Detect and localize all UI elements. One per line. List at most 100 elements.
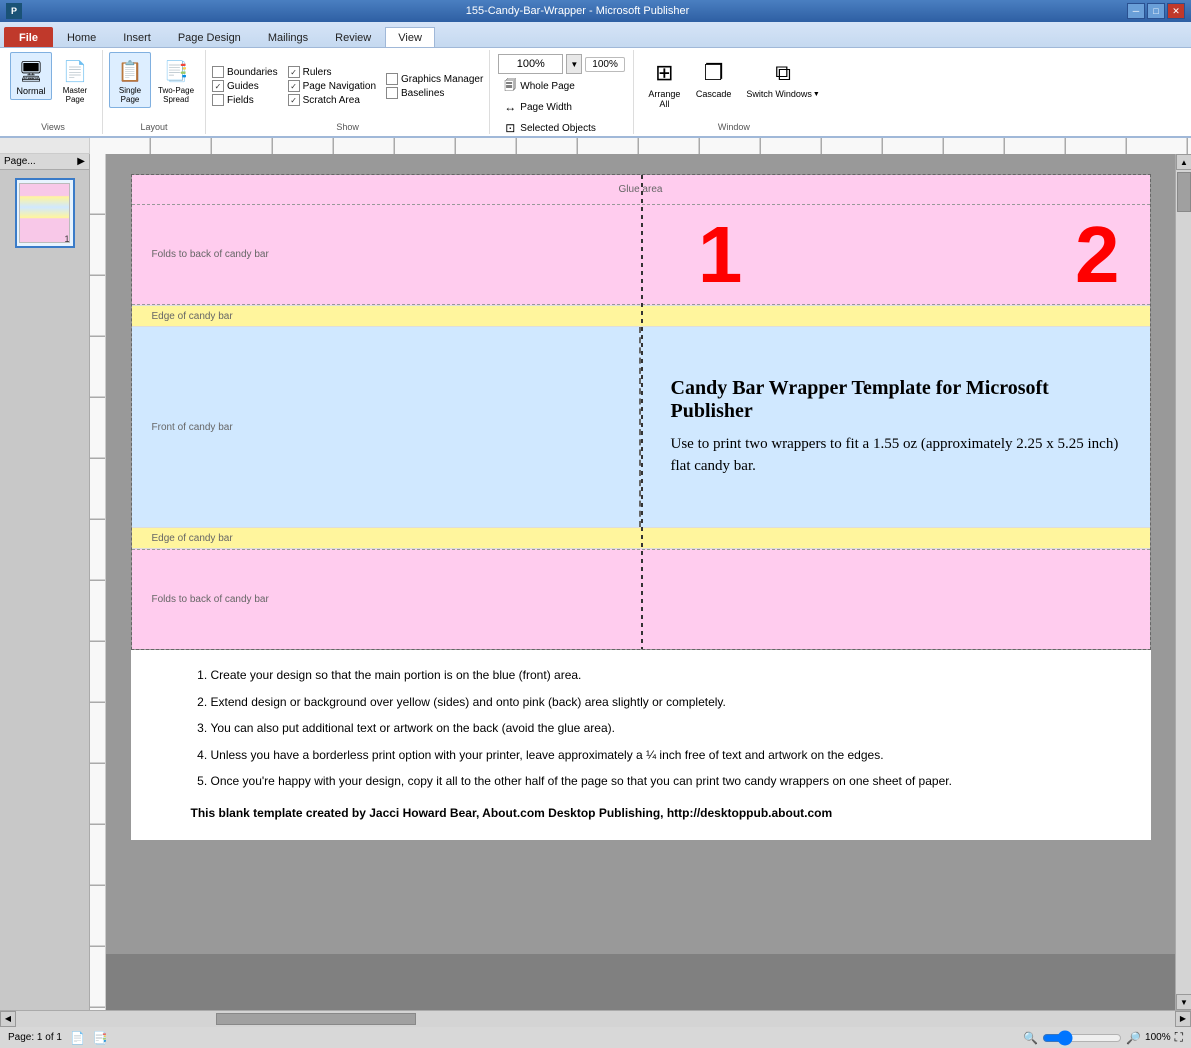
zoom-out-icon[interactable]: 🔍 [1023,1031,1038,1045]
front-right: Candy Bar Wrapper Template for Microsoft… [641,327,1150,527]
zoom-button[interactable]: 100% [585,57,625,72]
page-indicator: Page: 1 of 1 [8,1032,62,1043]
number-2: 2 [1075,209,1120,301]
template-description: Use to print two wrappers to fit a 1.55 … [671,433,1120,478]
maximize-button[interactable]: □ [1147,3,1165,19]
zoom-percent-value: 100% [517,58,545,70]
tab-insert[interactable]: Insert [110,27,164,47]
number-1: 1 [698,209,743,301]
instruction-5: Once you're happy with your design, copy… [211,771,1091,793]
scroll-up-button[interactable]: ▲ [1176,154,1191,170]
views-group-label: Views [41,120,65,132]
switch-windows-button[interactable]: ⧉ Switch Windows ▼ [740,54,825,102]
graphics-manager-option[interactable]: Graphics Manager [386,73,483,85]
page-width-button[interactable]: ↔ Page Width [498,97,600,117]
app-icon: P [6,3,22,19]
ribbon-group-views: 🖥 Normal 📄 MasterPage Views [4,50,103,134]
status-right: 🔍 🔎 100% ⛶ [1023,1030,1183,1045]
zoom-slider[interactable] [1042,1033,1122,1043]
instruction-4: Unless you have a borderless print optio… [211,745,1091,767]
scroll-thumb-v[interactable] [1177,172,1191,212]
instruction-2: Extend design or background over yellow … [211,692,1091,714]
rulers-label: Rulers [303,67,332,78]
guides-check [212,80,224,92]
selected-objects-icon: ⊡ [502,120,518,136]
normal-label: Normal [16,87,45,97]
canvas-area[interactable]: Glue area Folds to back of candy bar 1 2… [106,154,1175,1010]
show-col-2: Rulers Page Navigation Scratch Area [288,52,376,120]
tab-review[interactable]: Review [322,27,384,47]
two-page-spread-button[interactable]: 📑 Two-PageSpread [153,52,199,108]
scroll-right-button[interactable]: ▶ [1175,1011,1191,1027]
tab-home[interactable]: Home [54,27,109,47]
zoom-row-1: 100% ▼ 100% [498,54,625,74]
tab-mailings[interactable]: Mailings [255,27,321,47]
center-divider [641,175,643,649]
page-navigation-option[interactable]: Page Navigation [288,80,376,92]
page-panel-expand[interactable]: ▶ [77,156,85,167]
zoom-in-icon[interactable]: 🔎 [1126,1031,1141,1045]
instruction-1: Create your design so that the main port… [211,665,1091,687]
switch-dropdown-arrow: ▼ [813,91,820,98]
minimize-button[interactable]: ─ [1127,3,1145,19]
fields-option[interactable]: Fields [212,94,278,106]
show-col-1: Boundaries Guides Fields [212,52,278,120]
page-thumbnail[interactable]: 1 [15,178,75,248]
scratch-area-option[interactable]: Scratch Area [288,94,376,106]
statusbar: Page: 1 of 1 📄 📑 🔍 🔎 100% ⛶ [0,1026,1191,1048]
view-normal-button[interactable]: 🖥 Normal [10,52,52,100]
cascade-icon: ❐ [704,57,724,89]
fullscreen-icon[interactable]: ⛶ [1175,1030,1183,1045]
page-width-icon: ↔ [502,99,518,115]
close-button[interactable]: ✕ [1167,3,1185,19]
cascade-button[interactable]: ❐ Cascade [690,54,738,102]
boundaries-check [212,66,224,78]
boundaries-option[interactable]: Boundaries [212,66,278,78]
front-label: Front of candy bar [152,422,233,433]
scrollbar-horizontal[interactable]: ◀ ▶ [0,1010,1191,1026]
scroll-left-button[interactable]: ◀ [0,1011,16,1027]
canvas: Glue area Folds to back of candy bar 1 2… [106,154,1175,954]
tab-page-design[interactable]: Page Design [165,27,254,47]
guides-option[interactable]: Guides [212,80,278,92]
scrollbar-right[interactable]: ▲ ▼ [1175,154,1191,1010]
selected-objects-button[interactable]: ⊡ Selected Objects [498,118,600,138]
layout-group-label: Layout [141,120,168,132]
hscroll-track [16,1011,1175,1027]
folds-back-2-label: Folds to back of candy bar [152,594,269,605]
scroll-track-v [1176,214,1191,994]
views-buttons: 🖥 Normal 📄 MasterPage [10,52,96,120]
baselines-check [386,87,398,99]
ruler-vertical [90,154,106,1010]
credit-text: This blank template created by Jacci How… [191,803,1091,825]
page-navigation-panel: Page... ▶ 1 [0,154,90,1010]
zoom-dropdown-button[interactable]: ▼ [566,54,582,74]
page-navigation-label: Page Navigation [303,81,376,92]
rulers-option[interactable]: Rulers [288,66,376,78]
single-page-button[interactable]: 📋 SinglePage [109,52,151,108]
view-master-page-button[interactable]: 📄 MasterPage [54,52,96,108]
ribbon-group-show: Boundaries Guides Fields Rulers [206,50,490,134]
baselines-option[interactable]: Baselines [386,87,483,99]
cascade-label: Cascade [696,89,732,99]
edge-2-label: Edge of candy bar [152,533,233,544]
arrange-all-button[interactable]: ⊞ ArrangeAll [642,54,687,112]
show-options: Boundaries Guides Fields Rulers [212,52,483,120]
fields-check [212,94,224,106]
window-buttons: ⊞ ArrangeAll ❐ Cascade ⧉ Switch Windows … [640,52,828,114]
hscroll-thumb[interactable] [216,1013,416,1025]
ribbon-group-zoom: 100% ▼ 100% 🗐 Whole Page ↔ Page Width ⊡ … [490,50,634,134]
instructions-area: Create your design so that the main port… [131,650,1151,840]
scroll-down-button[interactable]: ▼ [1176,994,1191,1010]
rulers-check [288,66,300,78]
instruction-3: You can also put additional text or artw… [211,718,1091,740]
title-bar-text: 155-Candy-Bar-Wrapper - Microsoft Publis… [28,5,1127,17]
page-width-label: Page Width [520,102,572,113]
titlebar: P 155-Candy-Bar-Wrapper - Microsoft Publ… [0,0,1191,22]
front-left: Front of candy bar [132,327,641,527]
tab-file[interactable]: File [4,27,53,47]
normal-icon: 🖥 [15,55,47,87]
whole-page-button[interactable]: 🗐 Whole Page [498,76,600,96]
tab-view[interactable]: View [385,27,435,47]
single-page-icon: 📋 [114,55,146,87]
